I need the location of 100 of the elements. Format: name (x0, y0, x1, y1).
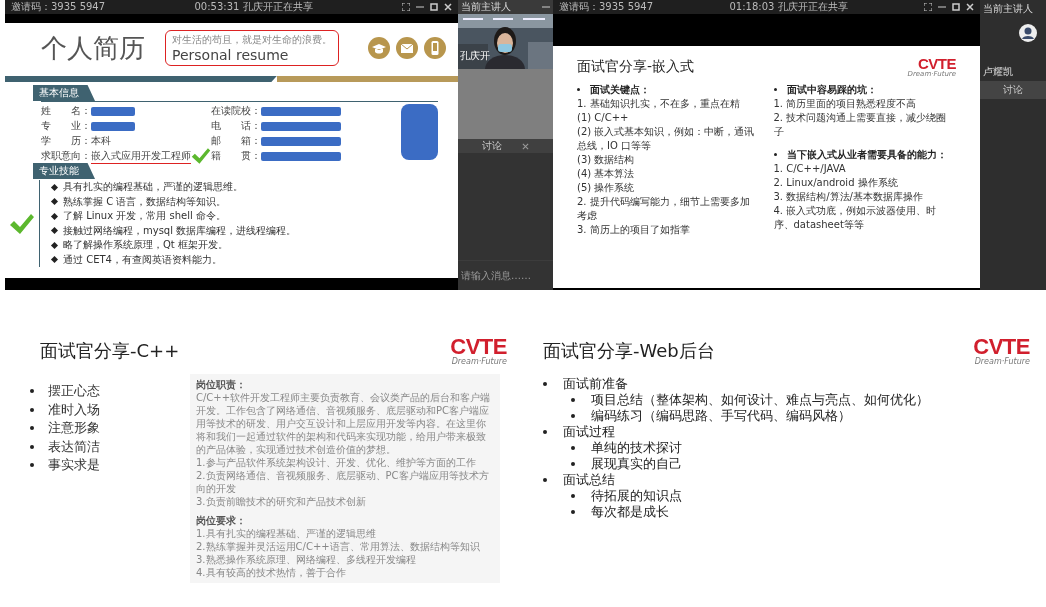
job-text: C/C++软件开发工程师主要负责教育、会议类产品的后台和客户端开发。工作包含了网络通信、音视频服务、底层驱动和PC客户端应用等技术的研发、用户交互设计和上层应用开发等内容。在这里你将和我们一起通过软件的架构和代码来实现功能，给用户带来极致的产品体验，实现通过技术创造价值的梦想。 (196, 391, 492, 456)
bullet-icon (773, 88, 777, 91)
skill-item: 接触过网络编程，mysql 数据库编程，进线程编程。 (63, 223, 297, 238)
panel-header: 当前主讲人 (461, 0, 511, 14)
bullet-icon (30, 463, 34, 468)
close-icon[interactable] (966, 3, 974, 11)
list-item: 2. Linux/android 操作系统 (773, 176, 899, 190)
list-item: 面试过程 (563, 423, 615, 441)
avatar-icon (1019, 24, 1037, 42)
minimize-icon[interactable] (938, 3, 946, 11)
list-item: 摆正心态 (48, 382, 100, 401)
list-item: 1. 简历里面的项目熟悉程度不高 (773, 97, 918, 111)
bullet-icon (577, 88, 580, 91)
bullet-icon (571, 398, 575, 402)
field-label: 求职意向： (41, 149, 91, 163)
maximize-icon[interactable] (430, 3, 438, 11)
bullet-icon (30, 426, 34, 431)
bullet-icon (773, 153, 777, 156)
list-item: (1) C/C++ (577, 111, 630, 125)
list-item: (2) 嵌入式基本知识，例如：中断，通讯总线，IO 口等等 (577, 125, 756, 153)
bullet-icon (543, 382, 547, 386)
company-logo: CVTE Dream·Future (450, 336, 507, 366)
list-item: 每次都是成长 (591, 503, 669, 521)
minimize-icon[interactable] (542, 3, 550, 11)
bullet-icon (50, 256, 59, 264)
bullet-icon (571, 462, 575, 466)
job-section-heading: 岗位职责： (196, 378, 247, 391)
bullet-icon (50, 198, 59, 206)
field-label: 姓 名： (41, 104, 91, 118)
skill-item: 熟练掌握 C 语言，数据结构等知识。 (63, 194, 227, 209)
bullet-icon (543, 430, 547, 434)
photo-redaction (401, 104, 438, 160)
list-item: 表达简洁 (48, 437, 100, 456)
job-text: 1.具有扎实的编程基础、严谨的逻辑思维 (196, 527, 377, 540)
list-item: 单纯的技术探讨 (591, 439, 682, 457)
list-item: 展现真实的自己 (591, 455, 682, 473)
bullet-icon (50, 212, 59, 220)
bullet-icon (571, 446, 575, 450)
job-text: 4.具有较高的技术热情，善于合作 (196, 566, 347, 579)
bullet-icon (571, 494, 575, 498)
graduation-cap-icon (368, 37, 390, 59)
motto: 对生活的苟且，就是对生命的浪费。 (172, 33, 332, 47)
skill-item: 通过 CET4，有查阅英语资料能力。 (63, 252, 222, 267)
bullet-icon (50, 241, 59, 249)
bullet-icon (30, 389, 34, 394)
bullet-icon (30, 444, 34, 449)
field-label: 学 历： (41, 134, 91, 148)
job-text: 2.熟练掌握并灵活运用C/C++语言、常用算法、数据结构等知识 (196, 540, 481, 553)
bullet-icon (543, 478, 547, 482)
job-text: 1.参与产品软件系统架构设计、开发、优化、维护等方面的工作 (196, 456, 477, 469)
list-item: 面试总结 (563, 471, 615, 489)
list-item: 2. 技术问题沟通上需要直接，减少绕圈子 (773, 111, 948, 139)
checkmark-icon (9, 212, 35, 235)
company-logo: CVTE Dream·Future (973, 336, 1030, 366)
list-item: 待拓展的知识点 (591, 487, 682, 505)
section-heading: 面试关键点： (590, 82, 650, 97)
skill-item: 略了解操作系统原理，Qt 框架开发。 (63, 238, 228, 253)
list-item: 事实求是 (48, 456, 100, 475)
chat-input[interactable]: 请输入消息…… (458, 260, 553, 290)
section-heading: 当下嵌入式从业者需要具备的能力： (786, 147, 947, 162)
section-heading: 面试中容易踩的坑： (786, 82, 877, 97)
slide-title: 面试官分享-C++ (40, 339, 180, 363)
envelope-icon (396, 37, 418, 59)
field-value: 本科 (91, 134, 111, 148)
job-text: 3.负责前瞻技术的研究和产品技术创新 (196, 495, 367, 508)
list-item: 1. 基础知识扎实，不在多，重点在精 (577, 97, 741, 111)
list-item: 面试前准备 (563, 375, 628, 393)
fullscreen-icon[interactable] (402, 3, 410, 11)
discussion-tab[interactable]: 讨论 (980, 81, 1046, 99)
field-value: 嵌入式应用开发工程师 (91, 148, 191, 164)
close-icon[interactable] (444, 3, 452, 11)
field-label: 电 话： (211, 119, 261, 133)
list-item: 编码练习（编码思路、手写代码、编码风格） (591, 407, 851, 425)
list-item: 注意形象 (48, 419, 100, 438)
speaker-name: 卢耀凯 (983, 65, 1014, 79)
bullet-icon (30, 407, 34, 412)
bullet-icon (571, 510, 575, 514)
list-item: 1. C/C++/JAVA (773, 162, 847, 176)
list-item: 3. 数据结构/算法/基本数据库操作 (773, 190, 924, 204)
list-item: (4) 基本算法 (577, 167, 636, 181)
bullet-icon (50, 227, 59, 235)
slide-subtitle: Personal resume (172, 47, 290, 63)
phone-icon (424, 37, 446, 59)
share-status: 01:18:03 孔庆开正在共享 (729, 0, 848, 14)
bullet-icon (571, 414, 575, 418)
chat-title: 讨论 (482, 139, 502, 153)
list-item: 项目总结（整体架构、如何设计、难点与亮点、如何优化） (591, 391, 929, 409)
slide-title: 面试官分享-嵌入式 (577, 58, 695, 76)
field-label: 邮 箱： (211, 134, 261, 148)
list-item: 4. 嵌入式功底，例如示波器使用、时序、datasheet等等 (773, 204, 938, 232)
job-text: 2.负责网络通信、音视频服务、底层驱动、PC客户端应用等技术方向的开发 (196, 469, 490, 495)
minimize-icon[interactable] (416, 3, 424, 11)
slide-title: 面试官分享-Web后台 (543, 339, 715, 363)
job-section-heading: 岗位要求： (196, 514, 247, 527)
participant-name: 孔庆开 (460, 49, 490, 63)
skill-item: 了解 Linux 开发，常用 shell 命令。 (63, 209, 226, 224)
field-label: 专 业： (41, 119, 91, 133)
fullscreen-icon[interactable] (924, 3, 932, 11)
invite-code: 邀请码：3935 5947 (11, 0, 106, 14)
maximize-icon[interactable] (952, 3, 960, 11)
